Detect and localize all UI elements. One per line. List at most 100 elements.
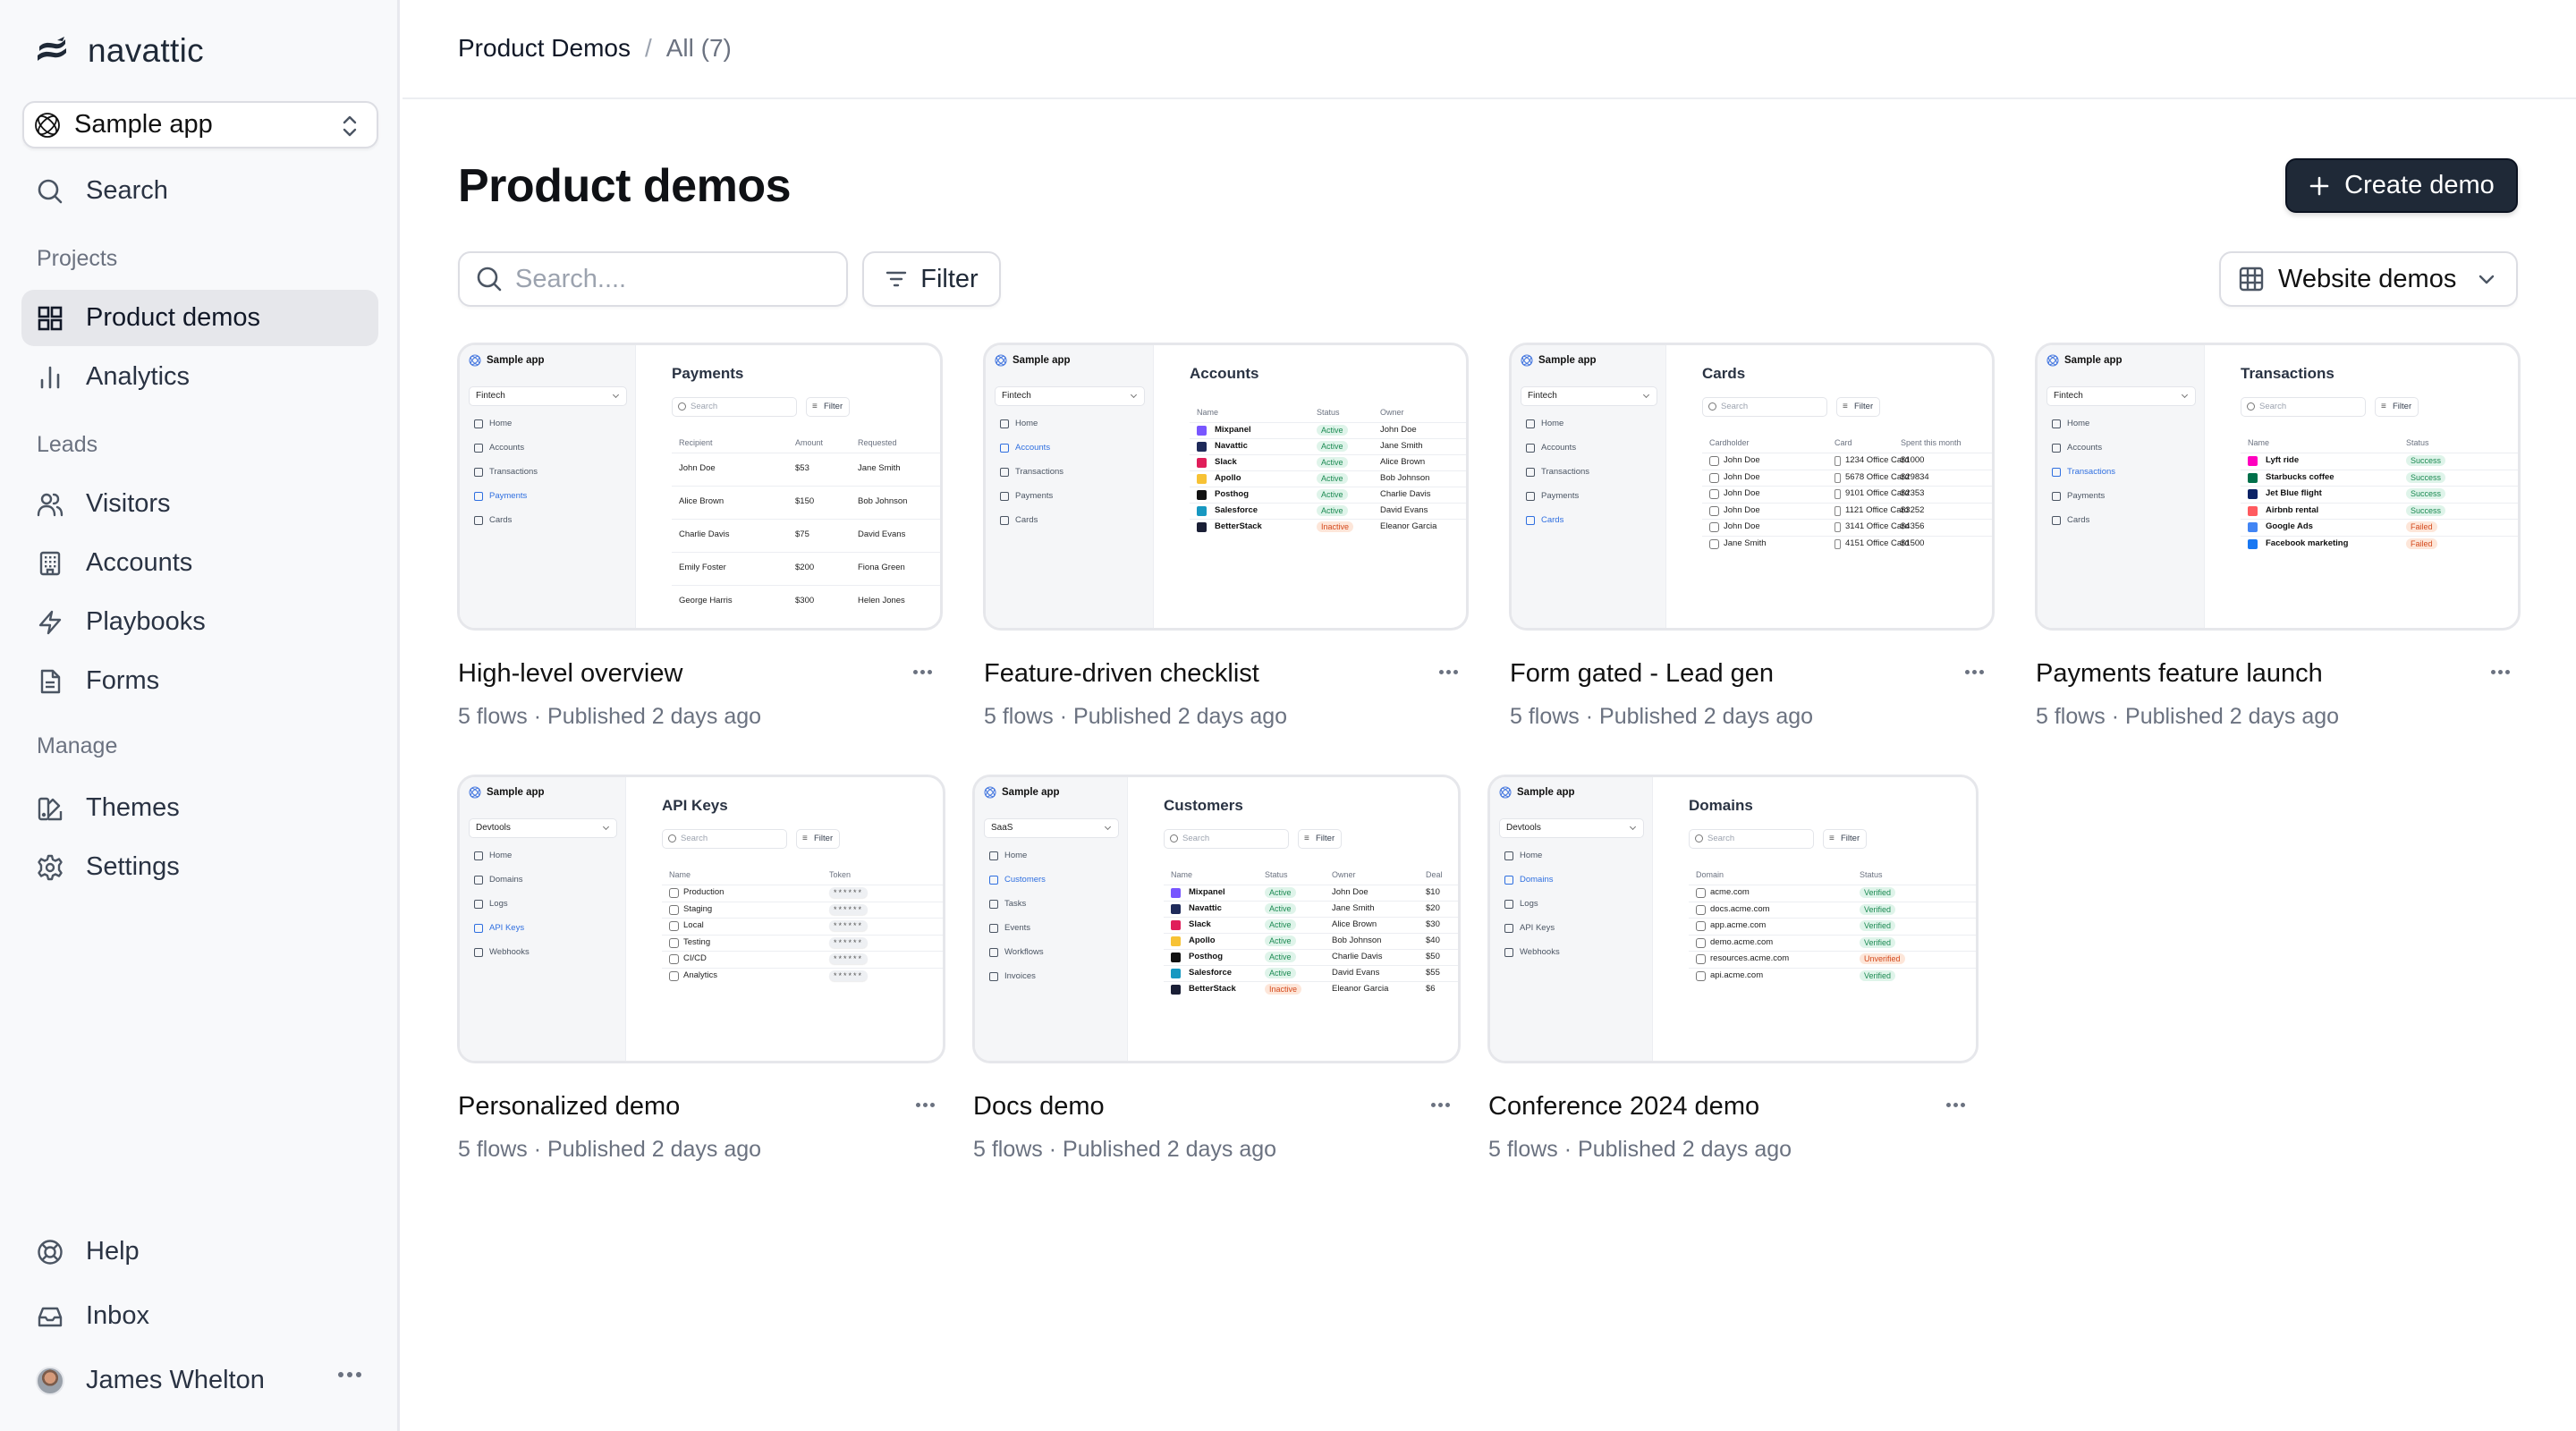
user-profile[interactable]: James Whelton [21, 1352, 378, 1409]
preview-cell: $29834 [1901, 471, 1929, 482]
sidebar-item-settings[interactable]: Settings [21, 839, 378, 895]
sidebar-item-product-demos[interactable]: Product demos [21, 290, 378, 346]
preview-row-divider [672, 486, 940, 487]
search-icon [36, 177, 64, 206]
preview-row-divider [1689, 951, 1976, 952]
sidebar-item-search[interactable]: Search [21, 163, 378, 219]
preview-cell: Google Ads [2266, 521, 2313, 531]
preview-cell: $20 [1426, 903, 1440, 913]
preview-cell: $4356 [1901, 521, 1925, 531]
sidebar-item-analytics[interactable]: Analytics [21, 349, 378, 405]
demo-thumbnail[interactable]: Sample app Fintech Home Accounts Transaction… [1509, 343, 1995, 631]
preview-cell: Apollo [1189, 936, 1216, 945]
users-icon [36, 490, 64, 519]
lock-icon [669, 954, 679, 964]
preview-nav-item: Home [2052, 419, 2089, 428]
preview-cell: John Doe [679, 463, 716, 473]
preview-nav-icon [474, 899, 483, 909]
demo-meta: 5 flows · Published 2 days ago [2036, 704, 2340, 729]
preview-sidebar: Sample app SaaS Home Customers Tasks Events Wo… [975, 777, 1128, 1061]
card-icon [1709, 538, 1719, 549]
status-badge: Active [1265, 919, 1296, 930]
demo-thumbnail[interactable]: Sample app SaaS Home Customers Tasks Events Wo… [972, 775, 1461, 1063]
demo-thumbnail[interactable]: Sample app Devtools Home Domains Logs API Key… [457, 775, 945, 1063]
preview-nav-item: API Keys [1504, 923, 1555, 933]
demo-thumbnail[interactable]: Sample app Fintech Home Accounts Transaction… [457, 343, 943, 631]
search-input[interactable] [515, 264, 837, 294]
demo-title[interactable]: Payments feature launch [2036, 659, 2323, 689]
demo-title[interactable]: Personalized demo [458, 1092, 680, 1122]
preview-cell: John Doe [1724, 504, 1760, 515]
preview-cell: George Harris [679, 596, 733, 605]
preview-heading: Cards [1702, 365, 1746, 382]
preview-brand: Sample app [469, 354, 545, 367]
demo-title[interactable]: High-level overview [458, 659, 682, 689]
sidebar-item-help[interactable]: Help [21, 1224, 378, 1280]
search-field[interactable] [458, 251, 848, 307]
lifebuoy-icon [36, 1238, 64, 1266]
preview-app-name: Sample app [2064, 355, 2123, 366]
preview-nav-icon [1526, 443, 1535, 453]
preview-nav-icon [1000, 467, 1009, 477]
app-switcher[interactable]: Sample app [22, 101, 378, 148]
demo-thumbnail[interactable]: Sample app Devtools Home Domains Logs API Key… [1487, 775, 1979, 1063]
preview-nav-item: Home [1000, 419, 1038, 428]
demo-title[interactable]: Conference 2024 demo [1488, 1092, 1759, 1122]
breadcrumb-current: All (7) [665, 34, 732, 62]
more-options-icon[interactable] [1426, 1097, 1455, 1113]
sidebar-item-visitors[interactable]: Visitors [21, 476, 378, 532]
preview-nav-label: Home [1015, 419, 1038, 428]
brand-logo-icon [1171, 936, 1181, 946]
sidebar-item-forms[interactable]: Forms [21, 653, 378, 709]
preview-cell: $75 [795, 529, 809, 539]
demo-title[interactable]: Docs demo [973, 1092, 1105, 1122]
demo-title[interactable]: Feature-driven checklist [984, 659, 1259, 689]
preview-nav-label: Domains [489, 875, 523, 885]
preview-nav-label: Webhooks [1520, 947, 1560, 957]
demo-thumbnail[interactable]: Sample app Fintech Home Accounts Transaction… [2035, 343, 2521, 631]
preview-nav-label: API Keys [1520, 923, 1555, 933]
preview-cell: BetterStack [1189, 984, 1236, 994]
filter-button[interactable]: Filter [862, 251, 1001, 307]
create-demo-button[interactable]: Create demo [2285, 158, 2518, 213]
brand-logo-icon [1197, 522, 1207, 532]
breadcrumb-root[interactable]: Product Demos [458, 34, 631, 63]
status-badge: Success [2406, 488, 2446, 499]
demo-thumbnail[interactable]: Sample app Fintech Home Accounts Transaction… [983, 343, 1469, 631]
status-badge: Active [1317, 473, 1348, 484]
sidebar-item-accounts[interactable]: Accounts [21, 535, 378, 591]
preview-nav-label: Invoices [1004, 971, 1036, 981]
preview-cell: Salesforce [1215, 505, 1258, 515]
preview-nav-item: Payments [1526, 491, 1579, 501]
demo-title[interactable]: Form gated - Lead gen [1510, 659, 1774, 689]
more-options-icon[interactable] [911, 1097, 940, 1113]
preview-nav-item: Transactions [1526, 467, 1589, 477]
sidebar-item-themes[interactable]: Themes [21, 780, 378, 836]
more-options-icon[interactable] [908, 665, 937, 680]
sidebar-item-inbox[interactable]: Inbox [21, 1288, 378, 1344]
preview-heading: Customers [1164, 797, 1243, 814]
preview-nav-item: Customers [989, 875, 1046, 885]
app-globe-icon [469, 786, 481, 799]
user-more-icon[interactable] [338, 1372, 361, 1377]
sidebar-item-playbooks[interactable]: Playbooks [21, 594, 378, 650]
demo-meta: 5 flows · Published 2 days ago [458, 704, 762, 729]
preview-nav-label: Workflows [1004, 947, 1044, 957]
preview-nav-item: Accounts [1526, 443, 1576, 453]
more-options-icon[interactable] [1434, 665, 1463, 680]
preview-column-header: Status [1265, 870, 1288, 879]
brand-logo-icon [2248, 456, 2258, 466]
preview-cell: $200 [795, 563, 815, 572]
more-options-icon[interactable] [2486, 665, 2515, 680]
card-icon [1709, 522, 1719, 532]
view-select[interactable]: Website demos [2219, 251, 2518, 307]
brand-logo[interactable]: navattic [36, 32, 204, 70]
preview-search: Search [662, 829, 787, 849]
preview-row-divider [1190, 503, 1466, 504]
preview-cell: Posthog [1215, 489, 1249, 499]
preview-workspace-select: Devtools [1499, 818, 1644, 838]
preview-cell: John Doe [1380, 425, 1417, 435]
preview-app-name: Sample app [1002, 787, 1060, 798]
more-options-icon[interactable] [1941, 1097, 1970, 1113]
more-options-icon[interactable] [1960, 665, 1989, 680]
